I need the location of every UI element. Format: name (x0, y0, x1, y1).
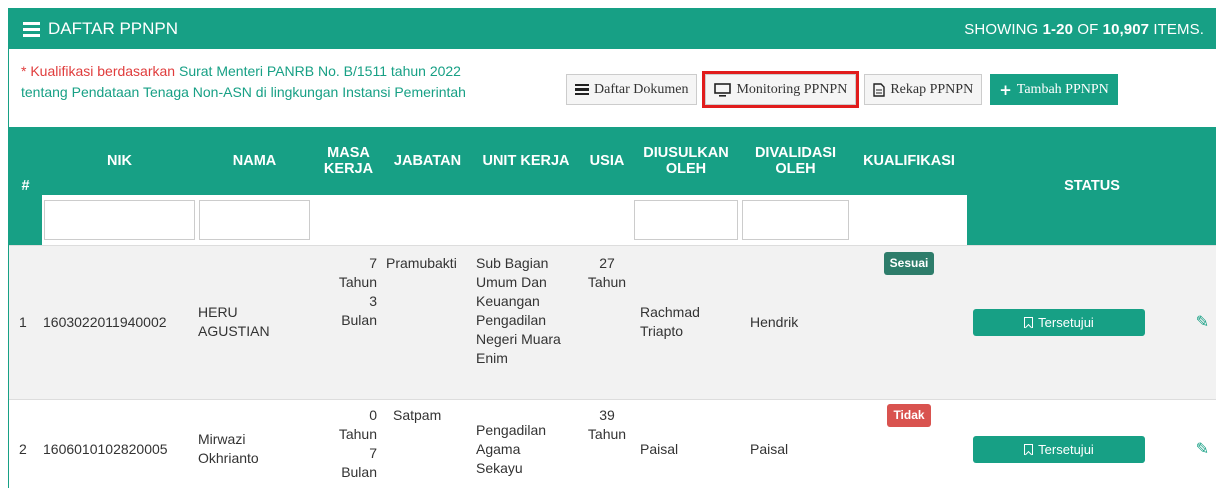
col-nik[interactable]: NIK (42, 127, 197, 195)
rekap-ppnpn-button[interactable]: Rekap PPNPN (864, 74, 983, 105)
panel-title: DAFTAR PPNPN (23, 19, 178, 39)
monitoring-ppnpn-button[interactable]: Monitoring PPNPN (702, 71, 860, 108)
list-icon (23, 21, 40, 37)
col-usia[interactable]: USIA (582, 127, 632, 195)
filter-divalidasi-cell (740, 195, 851, 245)
bookmark-icon (1024, 316, 1034, 328)
edit-pencil-icon[interactable]: ✎ (1196, 314, 1209, 331)
tambah-ppnpn-button[interactable]: + Tambah PPNPN (990, 74, 1118, 105)
document-icon (873, 82, 886, 97)
col-status: STATUS (967, 127, 1216, 245)
plus-icon: + (999, 80, 1012, 99)
diusulkan-filter-input[interactable] (634, 199, 738, 240)
col-jabatan[interactable]: JABATAN (385, 127, 470, 195)
panel-header: DAFTAR PPNPN SHOWING 1-20 OF 10,907 ITEM… (9, 9, 1216, 49)
qualification-note: * Kualifikasi berdasarkan Surat Menteri … (21, 63, 466, 100)
col-nama[interactable]: NAMA (197, 127, 312, 195)
tersetujui-button[interactable]: Tersetujui (973, 308, 1145, 336)
daftar-dokumen-button[interactable]: Daftar Dokumen (566, 74, 698, 105)
status-badge: Sesuai (883, 251, 935, 275)
ppnpn-panel: DAFTAR PPNPN SHOWING 1-20 OF 10,907 ITEM… (8, 8, 1216, 488)
tersetujui-button[interactable]: Tersetujui (973, 435, 1145, 463)
status-badge: Tidak (887, 403, 931, 427)
bookmark-icon (1024, 443, 1034, 455)
table-row: 1 1603022011940002 HERU AGUSTIAN 7 Tahun 3 B… (9, 244, 1216, 399)
ppnpn-table: # NIK NAMA MASA KERJA JABATAN UNIT KERJA … (9, 127, 1216, 488)
info-row: * Kualifikasi berdasarkan Surat Menteri … (9, 49, 1216, 127)
toolbar: Daftar Dokumen Monitoring PPNPN Rekap PP… (566, 71, 1118, 108)
divalidasi-filter-input[interactable] (742, 199, 849, 240)
filter-nik-cell (42, 195, 197, 245)
col-unit-kerja[interactable]: UNIT KERJA (470, 127, 582, 195)
panel-title-text: DAFTAR PPNPN (48, 19, 179, 38)
col-masa-kerja[interactable]: MASA KERJA (312, 127, 385, 195)
filter-diusulkan-cell (632, 195, 740, 245)
nama-filter-input[interactable] (199, 199, 310, 240)
edit-pencil-icon[interactable]: ✎ (1196, 441, 1209, 458)
col-no: # (9, 127, 42, 245)
filter-nama-cell (197, 195, 312, 245)
col-divalidasi[interactable]: DIVALIDASI OLEH (740, 127, 851, 195)
nik-filter-input[interactable] (44, 199, 195, 240)
table-row: 2 1606010102820005 Mirwazi Okhrianto 0 Tah… (9, 398, 1216, 488)
col-diusulkan[interactable]: DIUSULKAN OLEH (632, 127, 740, 195)
monitor-icon (714, 82, 732, 97)
list-icon (575, 84, 589, 95)
col-kualifikasi[interactable]: KUALIFIKASI (851, 127, 967, 195)
items-summary: SHOWING 1-20 OF 10,907 ITEMS. (964, 20, 1204, 38)
